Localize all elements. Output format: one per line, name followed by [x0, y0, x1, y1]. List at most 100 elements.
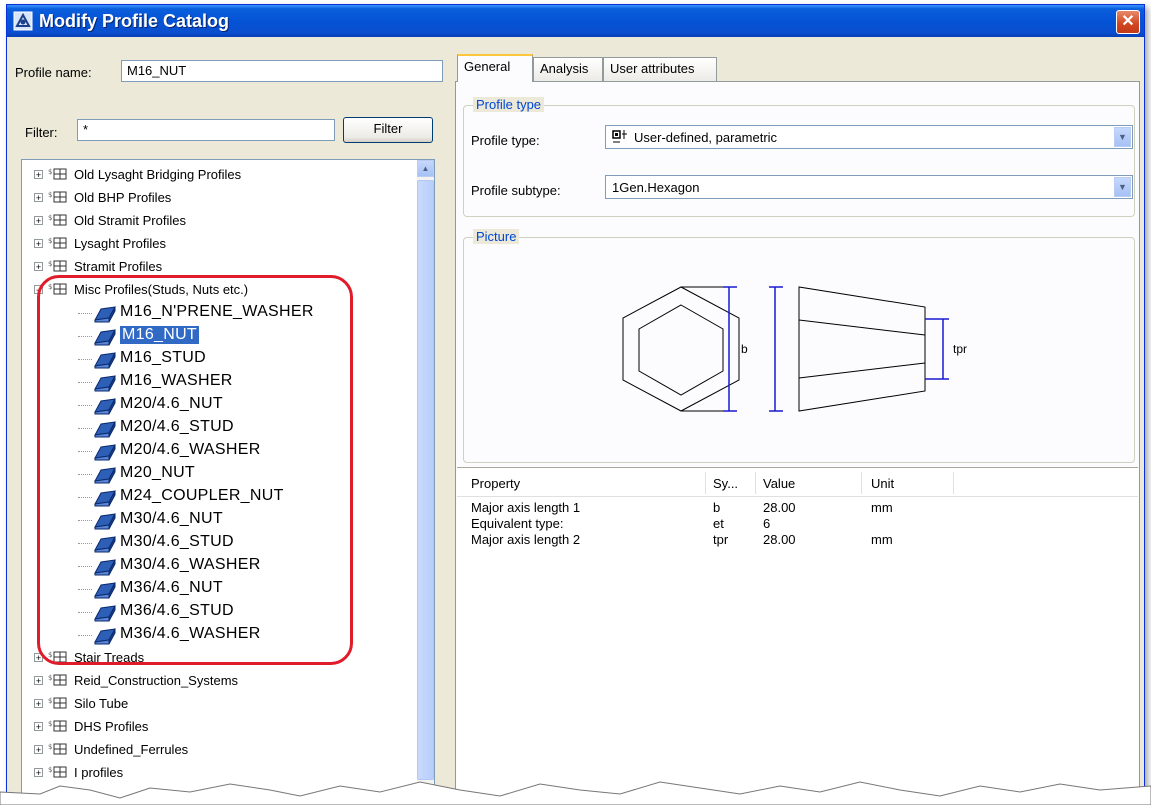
tree-item-label: M20/4.6_STUD	[120, 418, 234, 435]
tree-item-row[interactable]: M20_NUT	[22, 463, 412, 485]
tree-item-label: M20/4.6_WASHER	[120, 441, 261, 458]
svg-text:$: $	[48, 214, 52, 222]
tree-item-row[interactable]: M30/4.6_NUT	[22, 509, 412, 531]
app-icon	[13, 11, 33, 31]
row-property: Major axis length 1	[471, 500, 581, 515]
tree-group-row[interactable]: + $ Reid_Construction_Systems	[22, 670, 412, 692]
tree-item-row[interactable]: M16_STUD	[22, 348, 412, 370]
tab-analysis[interactable]: Analysis	[533, 57, 603, 81]
expand-icon[interactable]: +	[34, 745, 43, 755]
tree-item-row[interactable]: M16_N'PRENE_WASHER	[22, 302, 412, 324]
expand-icon[interactable]: +	[34, 722, 43, 732]
row-property: Equivalent type:	[471, 516, 564, 531]
chevron-down-icon[interactable]: ▼	[1114, 127, 1131, 147]
profile-part-icon	[92, 579, 118, 599]
tree-group-row[interactable]: − $ Misc Profiles(Studs, Nuts etc.)	[22, 279, 412, 301]
tab-general[interactable]: General	[457, 54, 533, 82]
profile-type-select[interactable]: User-defined, parametric ▼	[605, 125, 1133, 149]
scroll-thumb[interactable]	[417, 180, 434, 780]
expand-icon[interactable]: +	[34, 216, 43, 226]
header-symbol[interactable]: Sy...	[713, 476, 738, 491]
tree-group-row[interactable]: + $ DHS Profiles	[22, 716, 412, 738]
tree-item-label: M24_COUPLER_NUT	[120, 487, 284, 504]
profile-part-icon	[92, 625, 118, 645]
profile-folder-icon: $	[48, 742, 68, 756]
expand-icon[interactable]: +	[34, 170, 43, 180]
scroll-up-button[interactable]: ▲	[417, 160, 434, 177]
profile-folder-icon: $	[48, 190, 68, 204]
tree-item-row[interactable]: M20/4.6_NUT	[22, 394, 412, 416]
profile-part-icon	[92, 326, 118, 346]
profile-folder-icon: $	[48, 719, 68, 733]
expand-icon[interactable]: +	[34, 699, 43, 709]
tree-item-row[interactable]: M20/4.6_STUD	[22, 417, 412, 439]
tree-group-label: Old BHP Profiles	[74, 190, 172, 205]
tree-item-row[interactable]: M36/4.6_STUD	[22, 601, 412, 623]
header-unit[interactable]: Unit	[871, 476, 894, 491]
expand-icon[interactable]: −	[34, 285, 43, 295]
tree-group-row[interactable]: + $ Stair Treads	[22, 647, 412, 669]
expand-icon[interactable]: +	[34, 262, 43, 272]
tree-item-label: M20_NUT	[120, 464, 196, 481]
properties-header	[457, 468, 1138, 497]
expand-icon[interactable]: +	[34, 676, 43, 686]
profile-picture: b tpr	[622, 286, 967, 412]
row-symbol: tpr	[713, 532, 729, 547]
svg-text:$: $	[48, 651, 52, 659]
expand-icon[interactable]: +	[34, 239, 43, 249]
title-bar[interactable]: Modify Profile Catalog ✕	[7, 5, 1144, 37]
profile-folder-icon: $	[48, 650, 68, 664]
tree-item-row[interactable]: M20/4.6_WASHER	[22, 440, 412, 462]
profile-name-input[interactable]: M16_NUT	[121, 60, 443, 82]
chevron-down-icon[interactable]: ▼	[1114, 177, 1131, 197]
tree-group-row[interactable]: + $ Old BHP Profiles	[22, 187, 412, 209]
tree-item-label: M20/4.6_NUT	[120, 395, 223, 412]
svg-text:$: $	[48, 283, 52, 291]
tree-group-row[interactable]: + $ Lysaght Profiles	[22, 233, 412, 255]
filter-input[interactable]: *	[77, 119, 335, 141]
tab-user-attributes[interactable]: User attributes	[603, 57, 717, 81]
modify-profile-catalog-window: Modify Profile Catalog ✕ Profile name: M…	[6, 4, 1145, 800]
tree-item-row[interactable]: M16_NUT	[22, 325, 412, 347]
tree-group-label: Misc Profiles(Studs, Nuts etc.)	[74, 282, 249, 297]
filter-label: Filter:	[25, 125, 58, 140]
expand-icon[interactable]: +	[34, 193, 43, 203]
tree-group-row[interactable]: + $ Old Stramit Profiles	[22, 210, 412, 232]
tree-scrollbar[interactable]: ▲	[417, 160, 434, 799]
profile-subtype-label: Profile subtype:	[471, 183, 561, 198]
row-symbol: et	[713, 516, 724, 531]
header-property[interactable]: Property	[471, 476, 520, 491]
tree-group-row[interactable]: + $ Undefined_Ferrules	[22, 739, 412, 761]
tree-group-label: Reid_Construction_Systems	[74, 673, 239, 688]
expand-icon[interactable]: +	[34, 653, 43, 663]
tree-group-label: DHS Profiles	[74, 719, 149, 734]
tree-item-row[interactable]: M36/4.6_WASHER	[22, 624, 412, 646]
tree-item-row[interactable]: M30/4.6_STUD	[22, 532, 412, 554]
tree-item-row[interactable]: M30/4.6_WASHER	[22, 555, 412, 577]
tree-item-label: M30/4.6_STUD	[120, 533, 234, 550]
tree-group-row[interactable]: + $ Silo Tube	[22, 693, 412, 715]
profile-folder-icon: $	[48, 673, 68, 687]
properties-table[interactable]: Property Sy... Value Unit Major axis len…	[457, 467, 1138, 799]
tree-group-row[interactable]: + $ Stramit Profiles	[22, 256, 412, 278]
chevron-up-icon: ▲	[421, 164, 430, 173]
tree-item-row[interactable]: M16_WASHER	[22, 371, 412, 393]
filter-button[interactable]: Filter	[343, 117, 433, 143]
profile-type-group	[463, 105, 1135, 217]
row-unit: mm	[871, 532, 893, 547]
row-value[interactable]: 6	[763, 516, 770, 531]
tree-group-label: Undefined_Ferrules	[74, 742, 189, 757]
row-value[interactable]: 28.00	[763, 500, 796, 515]
tree-item-row[interactable]: M24_COUPLER_NUT	[22, 486, 412, 508]
header-value[interactable]: Value	[763, 476, 795, 491]
tree-group-label: Old Lysaght Bridging Profiles	[74, 167, 242, 182]
profile-type-group-title: Profile type	[473, 97, 545, 112]
tree-group-row[interactable]: + $ Old Lysaght Bridging Profiles	[22, 164, 412, 186]
close-button[interactable]: ✕	[1116, 10, 1140, 34]
profile-subtype-select[interactable]: 1Gen.Hexagon ▼	[605, 175, 1133, 199]
row-value[interactable]: 28.00	[763, 532, 796, 547]
profile-tree[interactable]: ▲ + $ Old Lysaght Bridging Profiles + $ Old B…	[21, 159, 435, 799]
tree-item-row[interactable]: M36/4.6_NUT	[22, 578, 412, 600]
profile-part-icon	[92, 303, 118, 323]
profile-part-icon	[92, 487, 118, 507]
